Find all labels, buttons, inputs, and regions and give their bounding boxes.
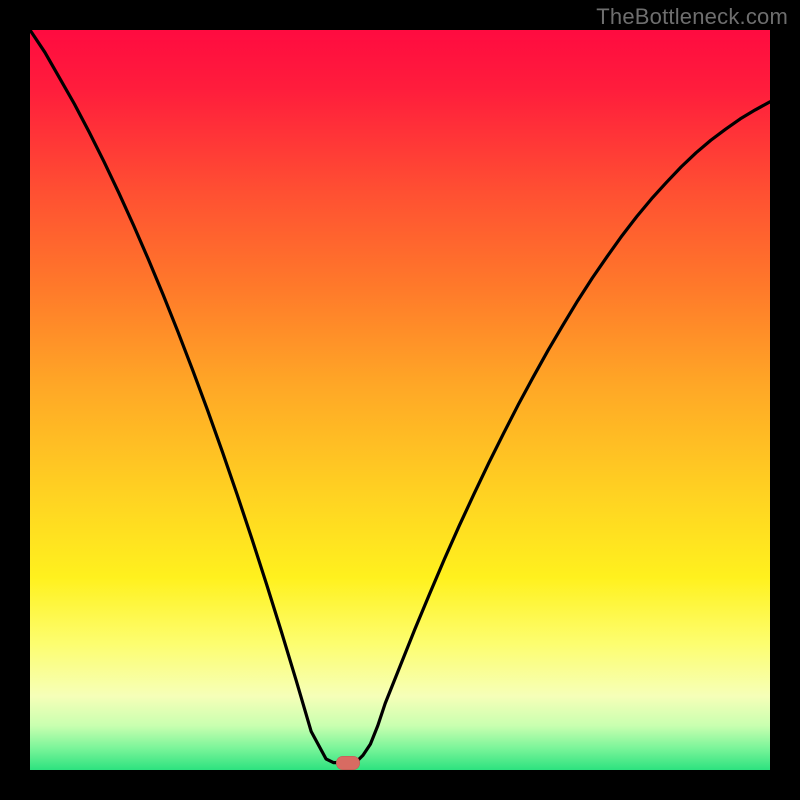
bottleneck-curve	[30, 30, 770, 763]
min-marker	[336, 756, 360, 770]
watermark-text: TheBottleneck.com	[596, 4, 788, 30]
chart-frame: TheBottleneck.com	[0, 0, 800, 800]
curve-svg	[30, 30, 770, 770]
plot-area	[30, 30, 770, 770]
